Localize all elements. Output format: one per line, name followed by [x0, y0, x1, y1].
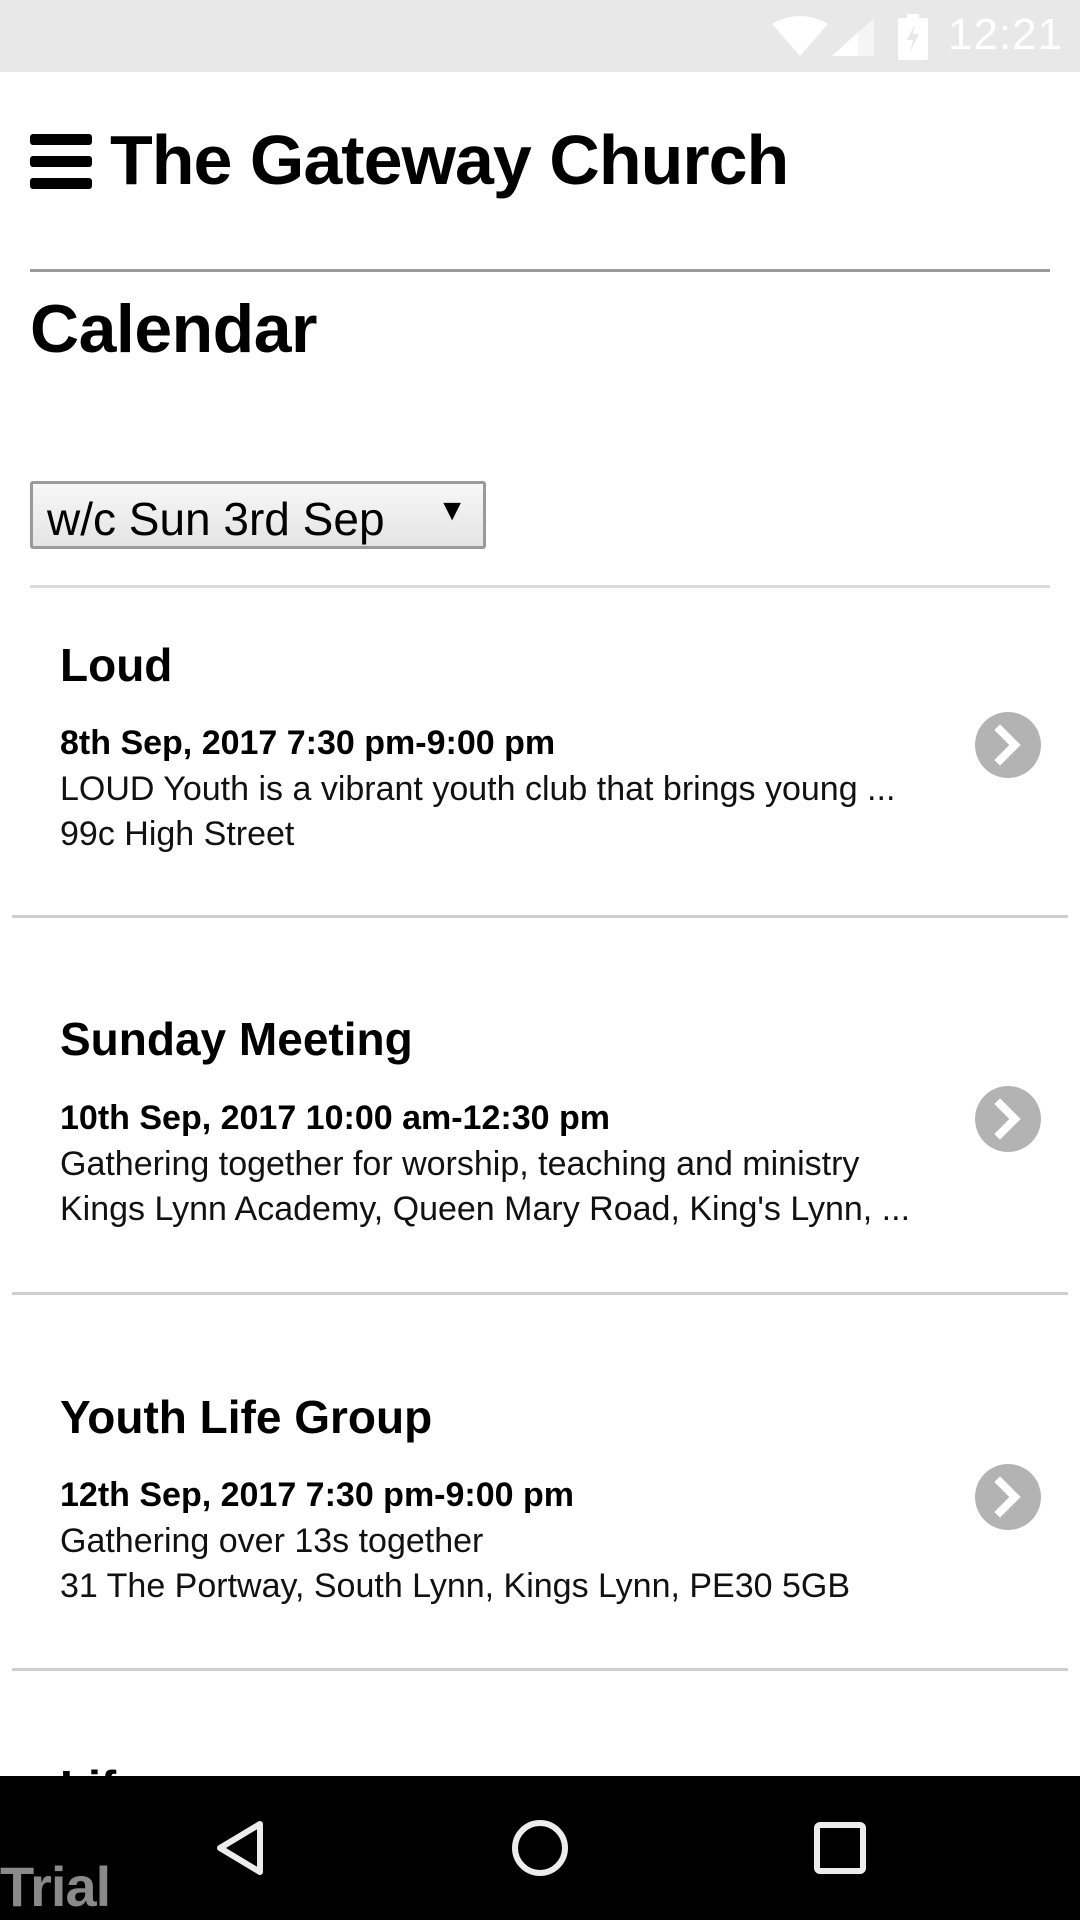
event-description: LOUD Youth is a vibrant youth club that … [60, 770, 896, 808]
event-details-button[interactable] [975, 1086, 1041, 1152]
back-triangle-icon [217, 1821, 263, 1875]
hamburger-menu-icon[interactable] [30, 134, 92, 190]
event-name: Loud [60, 639, 173, 691]
chevron-right-icon [994, 1098, 1021, 1140]
week-select-dropdown[interactable]: w/c Sun 3rd Sep ▼ [30, 481, 486, 549]
dropdown-arrow-icon: ▼ [437, 494, 467, 527]
recents-square-icon [814, 1822, 866, 1874]
event-list-item[interactable]: Youth Life Group 12th Sep, 2017 7:30 pm-… [0, 1295, 1080, 1669]
event-details-button[interactable] [975, 1464, 1041, 1530]
event-description: Gathering together for worship, teaching… [60, 1145, 860, 1183]
status-clock: 12:21 [948, 10, 1064, 59]
event-name: Sunday Meeting [60, 1013, 413, 1065]
app-title: The Gateway Church [110, 121, 789, 199]
event-name: Youth Life Group [60, 1391, 433, 1443]
nav-home-button[interactable] [460, 1776, 620, 1920]
header-divider [30, 269, 1050, 272]
event-location: 31 The Portway, South Lynn, Kings Lynn, … [60, 1567, 851, 1605]
chevron-right-icon [994, 724, 1021, 766]
cell-signal-icon [832, 18, 874, 56]
trial-watermark: Trial [0, 1855, 111, 1918]
event-location: 99c High Street [60, 815, 295, 853]
nav-recents-button[interactable] [760, 1776, 920, 1920]
battery-charging-icon [898, 14, 928, 60]
event-datetime: 10th Sep, 2017 10:00 am-12:30 pm [60, 1099, 610, 1137]
system-nav-bar [0, 1776, 1080, 1920]
event-list-item[interactable]: Loud 8th Sep, 2017 7:30 pm-9:00 pm LOUD … [0, 588, 1080, 916]
home-circle-icon [512, 1820, 568, 1876]
wifi-icon [772, 16, 828, 56]
event-details-button[interactable] [975, 712, 1041, 778]
app-header: The Gateway Church [0, 72, 1080, 272]
week-select-value: w/c Sun 3rd Sep [47, 493, 385, 545]
page-title: Calendar [30, 291, 318, 367]
event-description: Gathering over 13s together [60, 1522, 484, 1560]
chevron-right-icon [994, 1476, 1021, 1518]
event-datetime: 8th Sep, 2017 7:30 pm-9:00 pm [60, 724, 556, 762]
event-list-item[interactable]: Sunday Meeting 10th Sep, 2017 10:00 am-1… [0, 918, 1080, 1293]
event-location: Kings Lynn Academy, Queen Mary Road, Kin… [60, 1190, 911, 1228]
list-divider [12, 1668, 1068, 1671]
status-bar: 12:21 [0, 0, 1080, 72]
event-datetime: 12th Sep, 2017 7:30 pm-9:00 pm [60, 1476, 575, 1514]
nav-back-button[interactable] [160, 1776, 320, 1920]
